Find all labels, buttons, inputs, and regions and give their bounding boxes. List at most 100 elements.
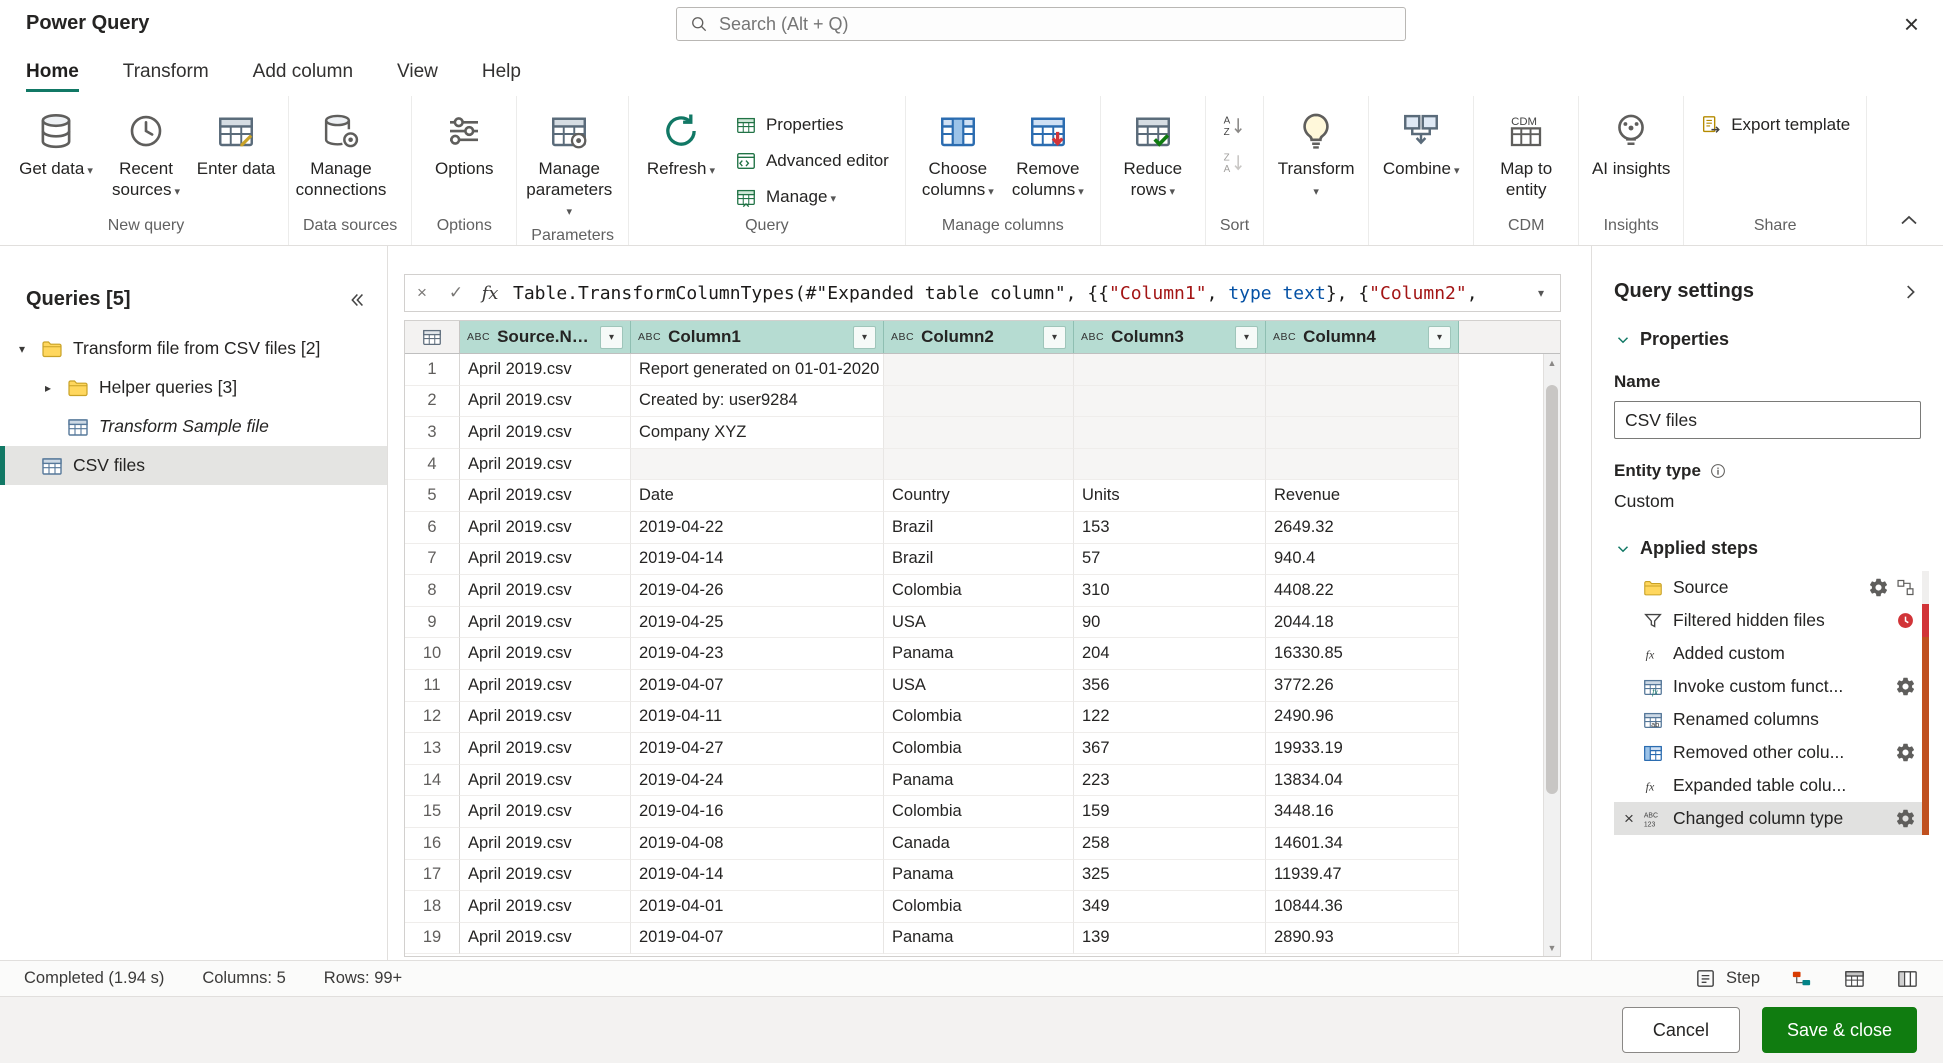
select-all-button[interactable]	[405, 321, 460, 353]
grid-cell[interactable]: 4408.22	[1266, 575, 1459, 607]
row-number[interactable]: 3	[405, 417, 460, 449]
ribbon-button-remove-columns[interactable]: Remove columns ▾	[1004, 106, 1092, 204]
ribbon-button-map-to-entity[interactable]: CDMMap to entity	[1482, 106, 1570, 204]
step-settings-gear-icon[interactable]	[1895, 742, 1916, 763]
column-header-column4[interactable]: ABCColumn4▾	[1266, 321, 1459, 353]
applied-steps-section-header[interactable]: Applied steps	[1614, 538, 1931, 559]
row-number[interactable]: 13	[405, 733, 460, 765]
grid-cell[interactable]	[1266, 386, 1459, 418]
grid-cell[interactable]: 2019-04-26	[631, 575, 884, 607]
grid-cell[interactable]	[1074, 354, 1266, 386]
ribbon-button-sort-descending[interactable]: ZA	[1214, 145, 1254, 179]
grid-cell[interactable]: 2019-04-24	[631, 765, 884, 797]
row-number[interactable]: 14	[405, 765, 460, 797]
grid-cell[interactable]: 2019-04-25	[631, 607, 884, 639]
expand-node-icon[interactable]: ▸	[39, 381, 57, 395]
ribbon-button-get-data[interactable]: Get data ▾	[12, 106, 100, 184]
formula-cancel-button[interactable]: ×	[405, 275, 439, 311]
grid-cell[interactable]	[884, 386, 1074, 418]
step-settings-gear-icon[interactable]	[1868, 577, 1889, 598]
grid-cell[interactable]: April 2019.csv	[460, 512, 631, 544]
query-item-transform-sample-file[interactable]: Transform Sample file	[0, 407, 387, 446]
grid-cell[interactable]: April 2019.csv	[460, 860, 631, 892]
grid-cell[interactable]: 159	[1074, 796, 1266, 828]
grid-cell[interactable]: 3772.26	[1266, 670, 1459, 702]
scroll-up-button[interactable]: ▲	[1544, 354, 1560, 371]
delete-step-button[interactable]: ×	[1616, 809, 1642, 829]
collapse-ribbon-button[interactable]	[1897, 209, 1921, 233]
grid-cell[interactable]: 3448.16	[1266, 796, 1459, 828]
grid-cell[interactable]: Colombia	[884, 891, 1074, 923]
ribbon-button-enter-data[interactable]: Enter data	[192, 106, 280, 184]
grid-cell[interactable]: 13834.04	[1266, 765, 1459, 797]
ribbon-button-choose-columns[interactable]: Choose columns ▾	[914, 106, 1002, 204]
search-input[interactable]	[719, 14, 1393, 35]
grid-cell[interactable]	[1266, 417, 1459, 449]
row-number[interactable]: 16	[405, 828, 460, 860]
row-number[interactable]: 18	[405, 891, 460, 923]
grid-cell[interactable]: April 2019.csv	[460, 386, 631, 418]
row-number[interactable]: 12	[405, 702, 460, 734]
row-number[interactable]: 9	[405, 607, 460, 639]
ribbon-button-ai-insights[interactable]: AI insights	[1587, 106, 1675, 184]
grid-cell[interactable]: USA	[884, 607, 1074, 639]
applied-step-expanded-table-colu[interactable]: fxExpanded table colu...	[1614, 769, 1929, 802]
grid-cell[interactable]: April 2019.csv	[460, 702, 631, 734]
grid-cell[interactable]: 90	[1074, 607, 1266, 639]
save-close-button[interactable]: Save & close	[1762, 1007, 1917, 1053]
ribbon-button-properties[interactable]: Properties	[727, 108, 897, 141]
grid-cell[interactable]	[1266, 354, 1459, 386]
tab-home[interactable]: Home	[26, 47, 79, 96]
grid-cell[interactable]: 19933.19	[1266, 733, 1459, 765]
grid-cell[interactable]: 258	[1074, 828, 1266, 860]
grid-cell[interactable]: 2019-04-22	[631, 512, 884, 544]
grid-cell[interactable]: 367	[1074, 733, 1266, 765]
row-number[interactable]: 6	[405, 512, 460, 544]
grid-cell[interactable]: April 2019.csv	[460, 765, 631, 797]
grid-cell[interactable]: Colombia	[884, 796, 1074, 828]
grid-cell[interactable]: 16330.85	[1266, 638, 1459, 670]
grid-cell[interactable]: 2019-04-01	[631, 891, 884, 923]
query-item-helper-queries-3[interactable]: ▸Helper queries [3]	[0, 368, 387, 407]
grid-cell[interactable]: Country	[884, 480, 1074, 512]
applied-step-renamed-columns[interactable]: abRenamed columns	[1614, 703, 1929, 736]
grid-cell[interactable]: 11939.47	[1266, 860, 1459, 892]
applied-step-removed-other-colu[interactable]: Removed other colu...	[1614, 736, 1929, 769]
grid-cell[interactable]: 122	[1074, 702, 1266, 734]
grid-cell[interactable]: 14601.34	[1266, 828, 1459, 860]
query-item-transform-file-from-csv-files-2[interactable]: ▾Transform file from CSV files [2]	[0, 329, 387, 368]
grid-cell[interactable]	[1266, 449, 1459, 481]
tab-add-column[interactable]: Add column	[253, 47, 353, 96]
row-number[interactable]: 17	[405, 860, 460, 892]
grid-cell[interactable]: April 2019.csv	[460, 544, 631, 576]
ribbon-button-refresh[interactable]: Refresh ▾	[637, 106, 725, 184]
grid-cell[interactable]: April 2019.csv	[460, 733, 631, 765]
scroll-down-button[interactable]: ▼	[1544, 939, 1560, 956]
grid-cell[interactable]: 2649.32	[1266, 512, 1459, 544]
grid-cell[interactable]	[884, 354, 1074, 386]
grid-cell[interactable]: Panama	[884, 765, 1074, 797]
grid-cell[interactable]: Report generated on 01-01-2020	[631, 354, 884, 386]
step-settings-gear-icon[interactable]	[1895, 808, 1916, 829]
grid-cell[interactable]	[1074, 386, 1266, 418]
grid-cell[interactable]: 349	[1074, 891, 1266, 923]
ribbon-button-manage-connections[interactable]: Manage connections	[297, 106, 385, 204]
grid-cell[interactable]: Brazil	[884, 512, 1074, 544]
row-number[interactable]: 7	[405, 544, 460, 576]
formula-expand-button[interactable]: ▾	[1522, 275, 1560, 311]
grid-cell[interactable]: April 2019.csv	[460, 638, 631, 670]
grid-vertical-scrollbar[interactable]: ▲ ▼	[1543, 354, 1560, 956]
column-header-column2[interactable]: ABCColumn2▾	[884, 321, 1074, 353]
filter-button[interactable]: ▾	[1428, 326, 1451, 349]
ribbon-button-combine[interactable]: Combine ▾	[1377, 106, 1465, 184]
grid-cell[interactable]: USA	[884, 670, 1074, 702]
grid-cell[interactable]: 940.4	[1266, 544, 1459, 576]
grid-cell[interactable]: Canada	[884, 828, 1074, 860]
grid-cell[interactable]: April 2019.csv	[460, 670, 631, 702]
search-box[interactable]	[676, 7, 1406, 41]
filter-button[interactable]: ▾	[600, 326, 623, 349]
grid-cell[interactable]: 223	[1074, 765, 1266, 797]
info-icon[interactable]	[1709, 462, 1727, 480]
row-number[interactable]: 8	[405, 575, 460, 607]
grid-cell[interactable]	[1074, 449, 1266, 481]
